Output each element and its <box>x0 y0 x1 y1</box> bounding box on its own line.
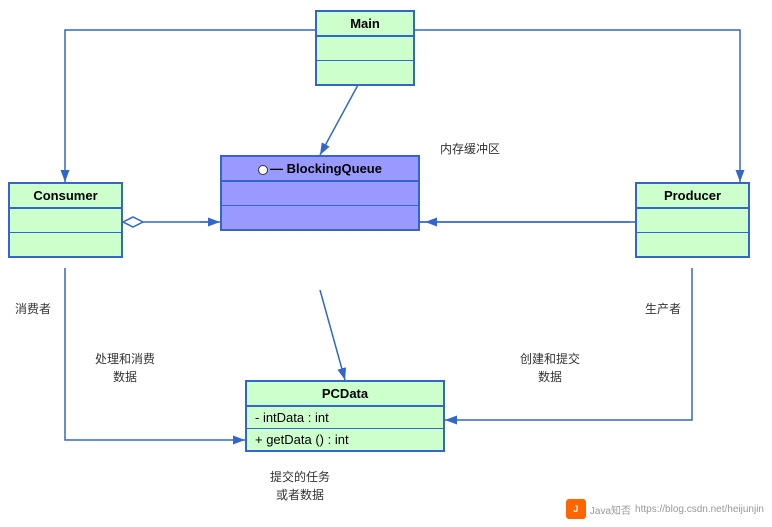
process-data-label: 处理和消费数据 <box>95 350 155 386</box>
pcdata-class-box: PCData - intData : int + getData () : in… <box>245 380 445 452</box>
watermark-url: https://blog.csdn.net/heijunjin <box>635 504 764 515</box>
interface-circle-icon <box>258 165 268 175</box>
pcdata-attr-1: - intData : int <box>247 407 443 429</box>
consumer-class-name: Consumer <box>10 184 121 209</box>
submit-task-label: 提交的任务或者数据 <box>270 468 330 504</box>
consumer-class-box: Consumer <box>8 182 123 258</box>
producer-chinese-label: 生产者 <box>645 300 681 317</box>
consumer-chinese-label: 消费者 <box>15 300 51 317</box>
producer-section-2 <box>637 233 748 256</box>
producer-section-1 <box>637 209 748 233</box>
consumer-section-2 <box>10 233 121 256</box>
memory-buffer-label: 内存缓冲区 <box>440 140 500 157</box>
producer-class-name: Producer <box>637 184 748 209</box>
pcdata-attr-2: + getData () : int <box>247 429 443 450</box>
watermark-icon: J <box>566 499 586 519</box>
blockingqueue-class-name: — BlockingQueue <box>222 157 418 182</box>
producer-class-box: Producer <box>635 182 750 258</box>
watermark: J Java知否 https://blog.csdn.net/heijunjin <box>566 499 764 519</box>
diagram-container: Main Consumer — BlockingQueue Producer P… <box>0 0 772 527</box>
bq-section-2 <box>222 206 418 229</box>
consumer-section-1 <box>10 209 121 233</box>
main-section-2 <box>317 61 413 84</box>
main-class-name: Main <box>317 12 413 37</box>
blockingqueue-class-box: — BlockingQueue <box>220 155 420 231</box>
create-data-label: 创建和提交数据 <box>520 350 580 386</box>
main-class-box: Main <box>315 10 415 86</box>
watermark-brand: Java知否 <box>590 502 631 517</box>
main-section-1 <box>317 37 413 61</box>
bq-section-1 <box>222 182 418 206</box>
pcdata-class-name: PCData <box>247 382 443 407</box>
